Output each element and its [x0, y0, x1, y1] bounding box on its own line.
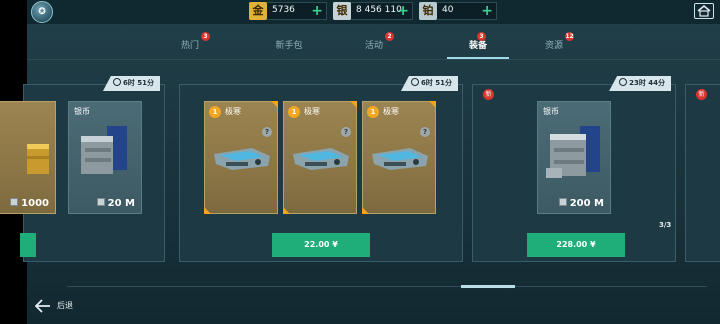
home-button[interactable] [694, 3, 714, 19]
weapon-module-icon [293, 148, 349, 170]
clock-icon [619, 78, 628, 86]
tab-label: 装备 [468, 41, 487, 51]
buy-button[interactable]: 228.00 ¥ [527, 233, 625, 257]
add-gold-button[interactable]: + [311, 3, 323, 19]
silver-value: 8 456 110 [356, 5, 402, 15]
tab-equipment[interactable]: 装备 3 [453, 32, 503, 58]
card-corner [429, 101, 436, 108]
currency-icon [558, 198, 567, 206]
tab-label: 活动 [364, 41, 383, 51]
help-icon[interactable]: ? [262, 127, 272, 137]
currency-icon [10, 198, 19, 206]
tab-badge: 3 [201, 32, 210, 41]
add-silver-button[interactable]: + [397, 3, 409, 19]
offer-panel-left: 6时 51分 1000 银币 20 M [0, 76, 165, 262]
offer-timer: 6时 51分 [400, 76, 458, 91]
offer-panel-right: 新 23时 44分 银币 200 M 3/3 228.00 ¥ [472, 76, 676, 262]
home-icon [697, 5, 711, 17]
shop-tabs: 热门 3 新手包 活动 2 装备 3 资源 12 [27, 32, 720, 60]
weapon-module-icon [372, 148, 428, 170]
level-badge: 1 [209, 106, 221, 118]
offer-card-item[interactable]: 1 极寒 ? [283, 101, 357, 214]
silver-icon: 银 [333, 2, 351, 20]
silver-coins-icon [546, 126, 600, 178]
card-corner [204, 207, 211, 214]
help-icon[interactable]: ? [420, 127, 430, 137]
currency-icon [96, 198, 105, 206]
card-amount: 20 M [96, 198, 135, 209]
timer-text: 6时 51分 [420, 79, 452, 87]
new-badge: 新 [696, 89, 707, 100]
tab-badge: 3 [477, 32, 486, 41]
gold-coin-stack-icon [27, 144, 49, 174]
tab-events[interactable]: 活动 2 [349, 32, 399, 58]
offer-card-item[interactable]: 1 极寒 ? [204, 101, 278, 214]
offer-card[interactable]: 1000 [0, 101, 56, 214]
card-corner [283, 207, 290, 214]
offer-panel-far-right: 新 [685, 84, 720, 262]
stock-counter: 3/3 [659, 221, 672, 229]
tab-label: 资源 [544, 41, 563, 51]
game-screen: ✪ 金 5736 + 银 8 456 110 + 铂 40 + 热门 3 新手包… [0, 0, 720, 324]
game-logo-button[interactable]: ✪ [31, 1, 53, 23]
silver-coins-icon [81, 126, 127, 174]
tab-label: 热门 [180, 41, 199, 51]
tab-resources[interactable]: 资源 12 [529, 32, 579, 58]
back-label: 后退 [57, 301, 73, 310]
card-label: 银币 [74, 107, 90, 116]
scroll-track[interactable] [67, 286, 707, 287]
level-badge: 1 [367, 106, 379, 118]
tab-label: 新手包 [275, 41, 303, 51]
buy-button[interactable] [20, 233, 36, 257]
gold-resource: 金 5736 + [249, 2, 327, 20]
card-label: 极寒 [225, 107, 241, 116]
tab-divider [27, 59, 720, 60]
add-platinum-button[interactable]: + [481, 3, 493, 19]
shop-screen: ✪ 金 5736 + 银 8 456 110 + 铂 40 + 热门 3 新手包… [0, 0, 720, 324]
tab-badge: 2 [385, 32, 394, 41]
timer-text: 6时 51分 [122, 79, 154, 87]
platinum-icon: 铂 [419, 2, 437, 20]
active-tab-underline [447, 57, 509, 59]
arrow-left-icon [35, 299, 50, 313]
timer-text: 23时 44分 [629, 79, 665, 87]
tab-starter-pack[interactable]: 新手包 [259, 32, 319, 58]
offer-card-item[interactable]: 1 极寒 ? [362, 101, 436, 214]
help-icon[interactable]: ? [341, 127, 351, 137]
card-label: 极寒 [304, 107, 320, 116]
card-corner [271, 101, 278, 108]
offer-timer: 23时 44分 [609, 76, 671, 91]
weapon-module-icon [214, 148, 270, 170]
gold-value: 5736 [272, 5, 295, 15]
tab-hot[interactable]: 热门 3 [165, 32, 215, 58]
platinum-value: 40 [442, 5, 454, 15]
card-label: 极寒 [383, 107, 399, 116]
resource-bar: ✪ 金 5736 + 银 8 456 110 + 铂 40 + [27, 0, 720, 24]
offer-panel-middle: 6时 51分 1 极寒 ? 1 极寒 ? 1 极寒 ? 22.00 ¥ [179, 76, 463, 262]
card-amount: 1000 [10, 198, 49, 209]
level-badge: 1 [288, 106, 300, 118]
platinum-resource: 铂 40 + [419, 2, 497, 20]
buy-button[interactable]: 22.00 ¥ [272, 233, 370, 257]
silver-resource: 银 8 456 110 + [333, 2, 413, 20]
offer-card-silver[interactable]: 银币 20 M [68, 101, 142, 214]
clock-icon [410, 78, 419, 86]
offer-card-silver[interactable]: 银币 200 M [537, 101, 611, 214]
card-corner [350, 101, 357, 108]
gold-icon: 金 [249, 2, 267, 20]
card-label: 银币 [543, 107, 559, 116]
tab-badge: 12 [565, 32, 574, 41]
card-corner [362, 207, 369, 214]
offer-timer: 6时 51分 [102, 76, 160, 91]
back-button[interactable]: 后退 [35, 298, 73, 314]
scroll-thumb[interactable] [461, 285, 515, 288]
clock-icon [112, 78, 121, 86]
new-badge: 新 [483, 89, 494, 100]
card-amount: 200 M [558, 198, 604, 209]
